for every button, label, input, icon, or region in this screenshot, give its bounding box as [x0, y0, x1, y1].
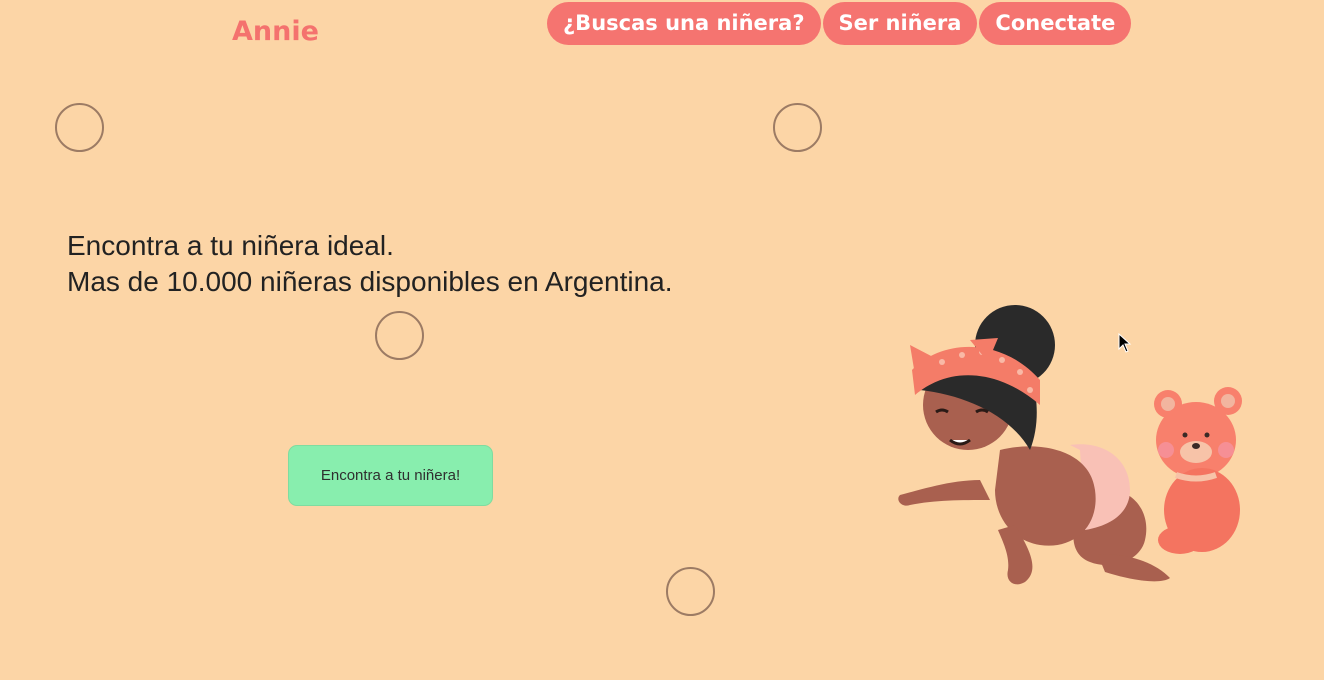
decorative-circle [55, 103, 104, 152]
mouse-cursor-icon [1118, 333, 1132, 353]
top-nav: ¿Buscas una niñera? Ser niñera Conectate [547, 2, 1132, 45]
hero-text: Encontra a tu niñera ideal. Mas de 10.00… [67, 228, 673, 300]
nav-button-ser-ninera[interactable]: Ser niñera [822, 2, 978, 45]
decorative-circle [773, 103, 822, 152]
teddy-bear-icon [1154, 387, 1242, 554]
decorative-circle [666, 567, 715, 616]
nav-button-buscas-ninera[interactable]: ¿Buscas una niñera? [547, 2, 821, 45]
hero-subheadline: Mas de 10.000 niñeras disponibles en Arg… [67, 266, 673, 297]
find-nanny-button[interactable]: Encontra a tu niñera! [288, 445, 493, 506]
brand-logo[interactable]: Annie [232, 16, 319, 47]
decorative-circle [375, 311, 424, 360]
nav-button-conectate[interactable]: Conectate [979, 2, 1132, 45]
hero-headline: Encontra a tu niñera ideal. [67, 230, 394, 261]
baby-illustration [898, 305, 1242, 585]
